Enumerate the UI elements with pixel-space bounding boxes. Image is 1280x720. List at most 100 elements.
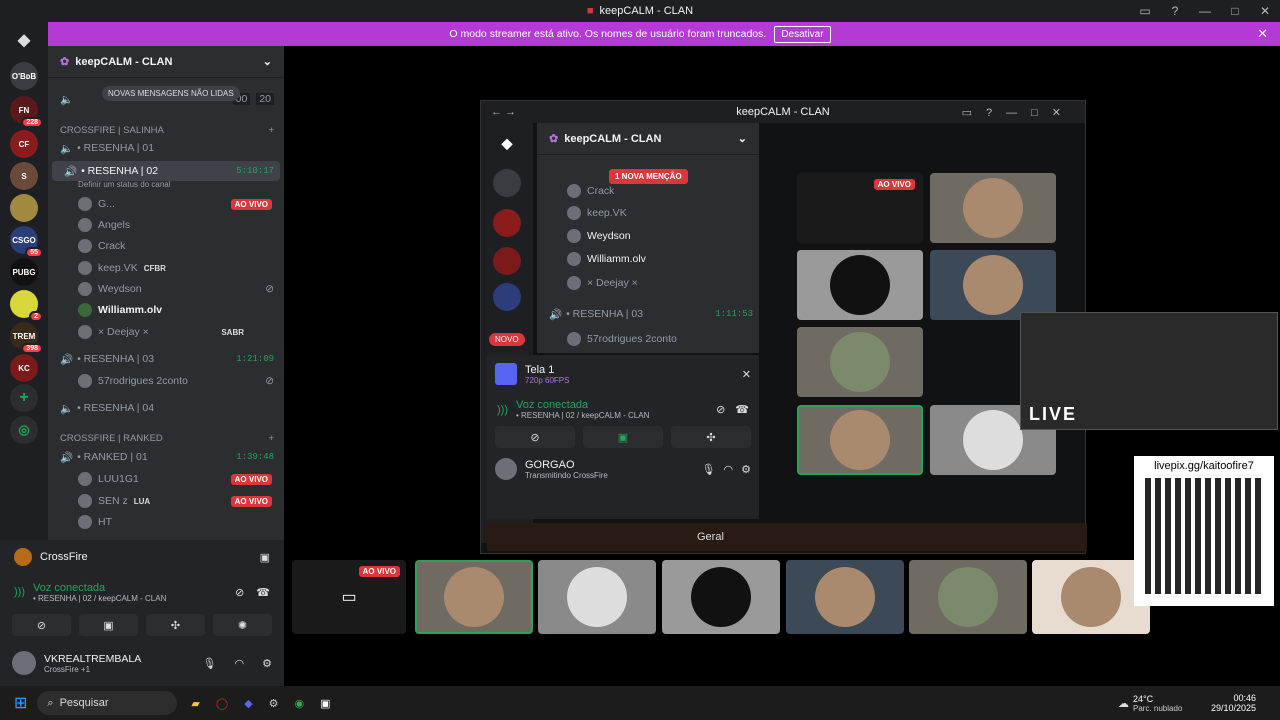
voice-user[interactable]: × Deejay × SABR xyxy=(48,322,284,342)
inner-home-icon[interactable]: ◆ xyxy=(493,129,521,157)
voice-channel-path[interactable]: • RESENHA | 02 / keepCALM - CLAN xyxy=(33,594,235,603)
help-icon[interactable]: ? xyxy=(1160,4,1190,18)
channel-status[interactable]: Definir um status do canal xyxy=(48,177,284,191)
discord-taskbar-icon[interactable]: ◆ xyxy=(244,697,252,710)
inner-server-header[interactable]: ✿ keepCALM - CLAN ⌄ xyxy=(537,123,759,155)
explore-icon[interactable]: ◎ xyxy=(10,416,38,444)
voice-user[interactable]: Williamm.olv xyxy=(48,300,284,320)
weather-widget[interactable]: ☁ 24°C Parc. nublado xyxy=(1118,694,1182,713)
headphones-icon[interactable]: ◠ xyxy=(235,657,245,670)
server-icon[interactable]: S xyxy=(10,162,38,190)
bottom-video-tile-speaking[interactable] xyxy=(415,560,533,634)
voice-user[interactable]: LUU1G1 AO VIVO xyxy=(48,469,284,489)
stream-tile[interactable]: AO VIVO xyxy=(797,173,923,243)
clock[interactable]: 00:46 29/10/2025 xyxy=(1211,693,1256,713)
voice-channel-path[interactable]: • RESENHA | 02 / keepCALM - CLAN xyxy=(516,411,716,420)
noise-suppression-icon[interactable]: ⊘ xyxy=(235,586,244,599)
screen-share-card[interactable]: Tela 1 720p 60FPS ✕ xyxy=(487,355,759,393)
disconnect-icon[interactable]: ☎ xyxy=(256,586,270,599)
voice-channel-resenha-01[interactable]: 🔈 • RESENHA | 01 xyxy=(48,138,284,158)
app-icon[interactable]: ▣ xyxy=(320,697,330,710)
category-ranked[interactable]: CROSSFIRE | RANKED + xyxy=(48,428,284,448)
camera-button[interactable]: ⊘ xyxy=(12,614,71,636)
stop-share-icon[interactable]: ✕ xyxy=(742,368,751,381)
bottom-video-tile[interactable] xyxy=(538,560,656,634)
chrome-icon[interactable]: ◉ xyxy=(295,697,305,710)
new-messages-pill[interactable]: NOVAS MENSAGENS NÃO LIDAS xyxy=(102,86,240,101)
inner-server-icon[interactable] xyxy=(493,169,521,197)
server-icon[interactable]: FN 228 xyxy=(10,96,43,128)
server-icon[interactable]: PUBG xyxy=(10,258,38,286)
inner-voice-user[interactable]: 57rodrigues 2conto xyxy=(537,329,759,349)
video-tile[interactable] xyxy=(930,250,1056,320)
inner-voice-user[interactable]: Crack xyxy=(537,181,759,201)
voice-connected-label[interactable]: Voz conectada xyxy=(33,582,235,594)
settings-gear-icon[interactable]: ⚙ xyxy=(262,657,272,670)
voice-user[interactable]: keep.VK CFBR xyxy=(48,258,284,278)
headphones-icon[interactable]: ◠ xyxy=(724,463,734,476)
voice-user[interactable]: G... AO VIVO xyxy=(48,194,284,214)
inner-voice-user[interactable]: Williamm.olv xyxy=(537,249,759,269)
add-channel-icon[interactable]: + xyxy=(268,125,274,136)
server-icon[interactable]: KC xyxy=(10,354,38,382)
voice-user[interactable]: HT xyxy=(48,512,284,532)
file-explorer-icon[interactable]: ▰ xyxy=(191,697,199,710)
add-server-icon[interactable]: + xyxy=(10,384,38,412)
voice-user[interactable]: SEN z LUA AO VIVO xyxy=(48,491,284,511)
start-icon[interactable]: ⊞ xyxy=(14,693,27,713)
bottom-stream-tile[interactable]: AO VIVO ▭ xyxy=(292,560,406,634)
voice-user[interactable]: Weydson ⊘ xyxy=(48,279,284,299)
screen-share-button[interactable]: ▣ xyxy=(79,614,138,636)
disable-streamer-button[interactable]: Desativar xyxy=(774,25,831,43)
inner-server-icon[interactable] xyxy=(493,283,521,311)
close-button[interactable]: ✕ xyxy=(1250,4,1280,18)
server-icon[interactable]: CSGO 55 xyxy=(10,226,43,258)
voice-user[interactable]: Angels xyxy=(48,215,284,235)
inner-voice-user[interactable]: keep.VK xyxy=(537,203,759,223)
user-avatar[interactable] xyxy=(12,651,36,675)
category-salinha[interactable]: CROSSFIRE | SALINHA + xyxy=(48,120,284,140)
mic-icon[interactable]: 🎙 xyxy=(702,463,716,476)
settings-gear-icon[interactable]: ⚙ xyxy=(741,463,751,476)
back-icon[interactable]: ← → xyxy=(491,106,516,118)
voice-channel-ranked-01[interactable]: 🔊 • RANKED | 01 1:39:48 xyxy=(48,447,284,467)
close-banner-icon[interactable]: ✕ xyxy=(1257,26,1268,42)
screen-share-button[interactable]: ▣ xyxy=(583,426,663,448)
server-icon[interactable]: O'BᴅB xyxy=(10,62,38,90)
bottom-video-tile[interactable] xyxy=(909,560,1027,634)
video-tile[interactable] xyxy=(797,327,923,397)
app-icon[interactable]: ⚙ xyxy=(269,697,279,710)
voice-user[interactable]: 57rodrigues 2conto ⊘ xyxy=(48,371,284,391)
video-tile[interactable] xyxy=(930,173,1056,243)
voice-channel-resenha-03[interactable]: 🔊 • RESENHA | 03 1:21:09 xyxy=(48,349,284,369)
inner-voice-channel[interactable]: 🔊 • RESENHA | 03 1:11:53 xyxy=(537,304,759,324)
inbox-icon[interactable]: ▭ xyxy=(1130,4,1160,18)
inner-server-icon[interactable] xyxy=(493,247,521,275)
bottom-video-tile[interactable] xyxy=(1032,560,1150,634)
taskbar-search[interactable]: ⌕ Pesquisar xyxy=(37,691,178,715)
minimize-button[interactable]: — xyxy=(1190,4,1220,18)
inner-voice-user[interactable]: Weydson xyxy=(537,226,759,246)
mic-icon[interactable]: 🎙 xyxy=(203,657,217,670)
opera-icon[interactable]: ◯ xyxy=(216,697,228,710)
voice-connected-label[interactable]: Voz conectada xyxy=(516,399,716,411)
activities-button[interactable]: ✣ xyxy=(671,426,751,448)
bottom-video-tile[interactable] xyxy=(662,560,780,634)
camera-button[interactable]: ⊘ xyxy=(495,426,575,448)
video-tile-speaking[interactable] xyxy=(797,405,923,475)
noise-suppression-icon[interactable]: ⊘ xyxy=(716,403,725,416)
user-avatar[interactable] xyxy=(495,458,517,480)
server-icon[interactable]: CF xyxy=(10,130,38,158)
inner-window-controls[interactable]: ▭?—□✕ xyxy=(962,106,1075,119)
voice-user[interactable]: Crack xyxy=(48,236,284,256)
activity-row[interactable]: CrossFire ▣ xyxy=(0,540,284,574)
home-button[interactable]: ◆ xyxy=(10,26,38,54)
add-channel-icon[interactable]: + xyxy=(268,433,274,444)
bottom-video-tile[interactable] xyxy=(786,560,904,634)
server-header[interactable]: ✿ keepCALM - CLAN ⌄ xyxy=(48,46,284,78)
soundboard-button[interactable]: ✺ xyxy=(213,614,272,636)
activities-button[interactable]: ✣ xyxy=(146,614,205,636)
disconnect-icon[interactable]: ☎ xyxy=(735,403,749,416)
server-icon[interactable] xyxy=(10,194,38,222)
video-tile[interactable] xyxy=(797,250,923,320)
